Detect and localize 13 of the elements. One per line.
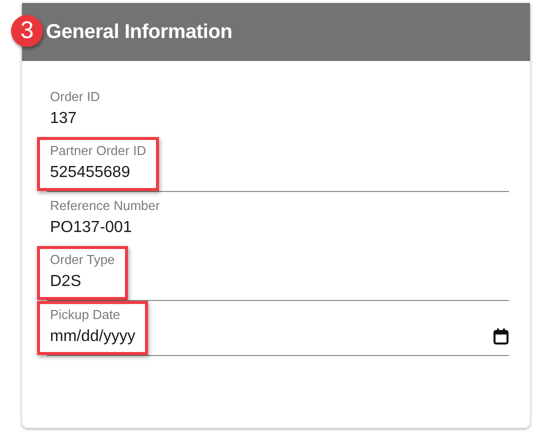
field-value: 137 xyxy=(50,109,78,129)
field-label: Order Type xyxy=(50,252,115,268)
input-field[interactable]: 525455689 xyxy=(50,162,146,184)
section-title: General Information xyxy=(46,20,232,44)
step-badge: 3 xyxy=(11,15,43,47)
field-label: Reference Number xyxy=(50,198,160,214)
field-label: Partner Order ID xyxy=(50,143,146,159)
date-field[interactable]: mm/dd/yyyy xyxy=(50,326,136,348)
field-label: Pickup Date xyxy=(50,307,122,323)
field-value: PO137-001 xyxy=(50,218,133,238)
input-field[interactable]: D2S xyxy=(50,271,115,293)
field-label: Order ID xyxy=(50,89,100,105)
calendar-icon[interactable] xyxy=(493,328,509,345)
